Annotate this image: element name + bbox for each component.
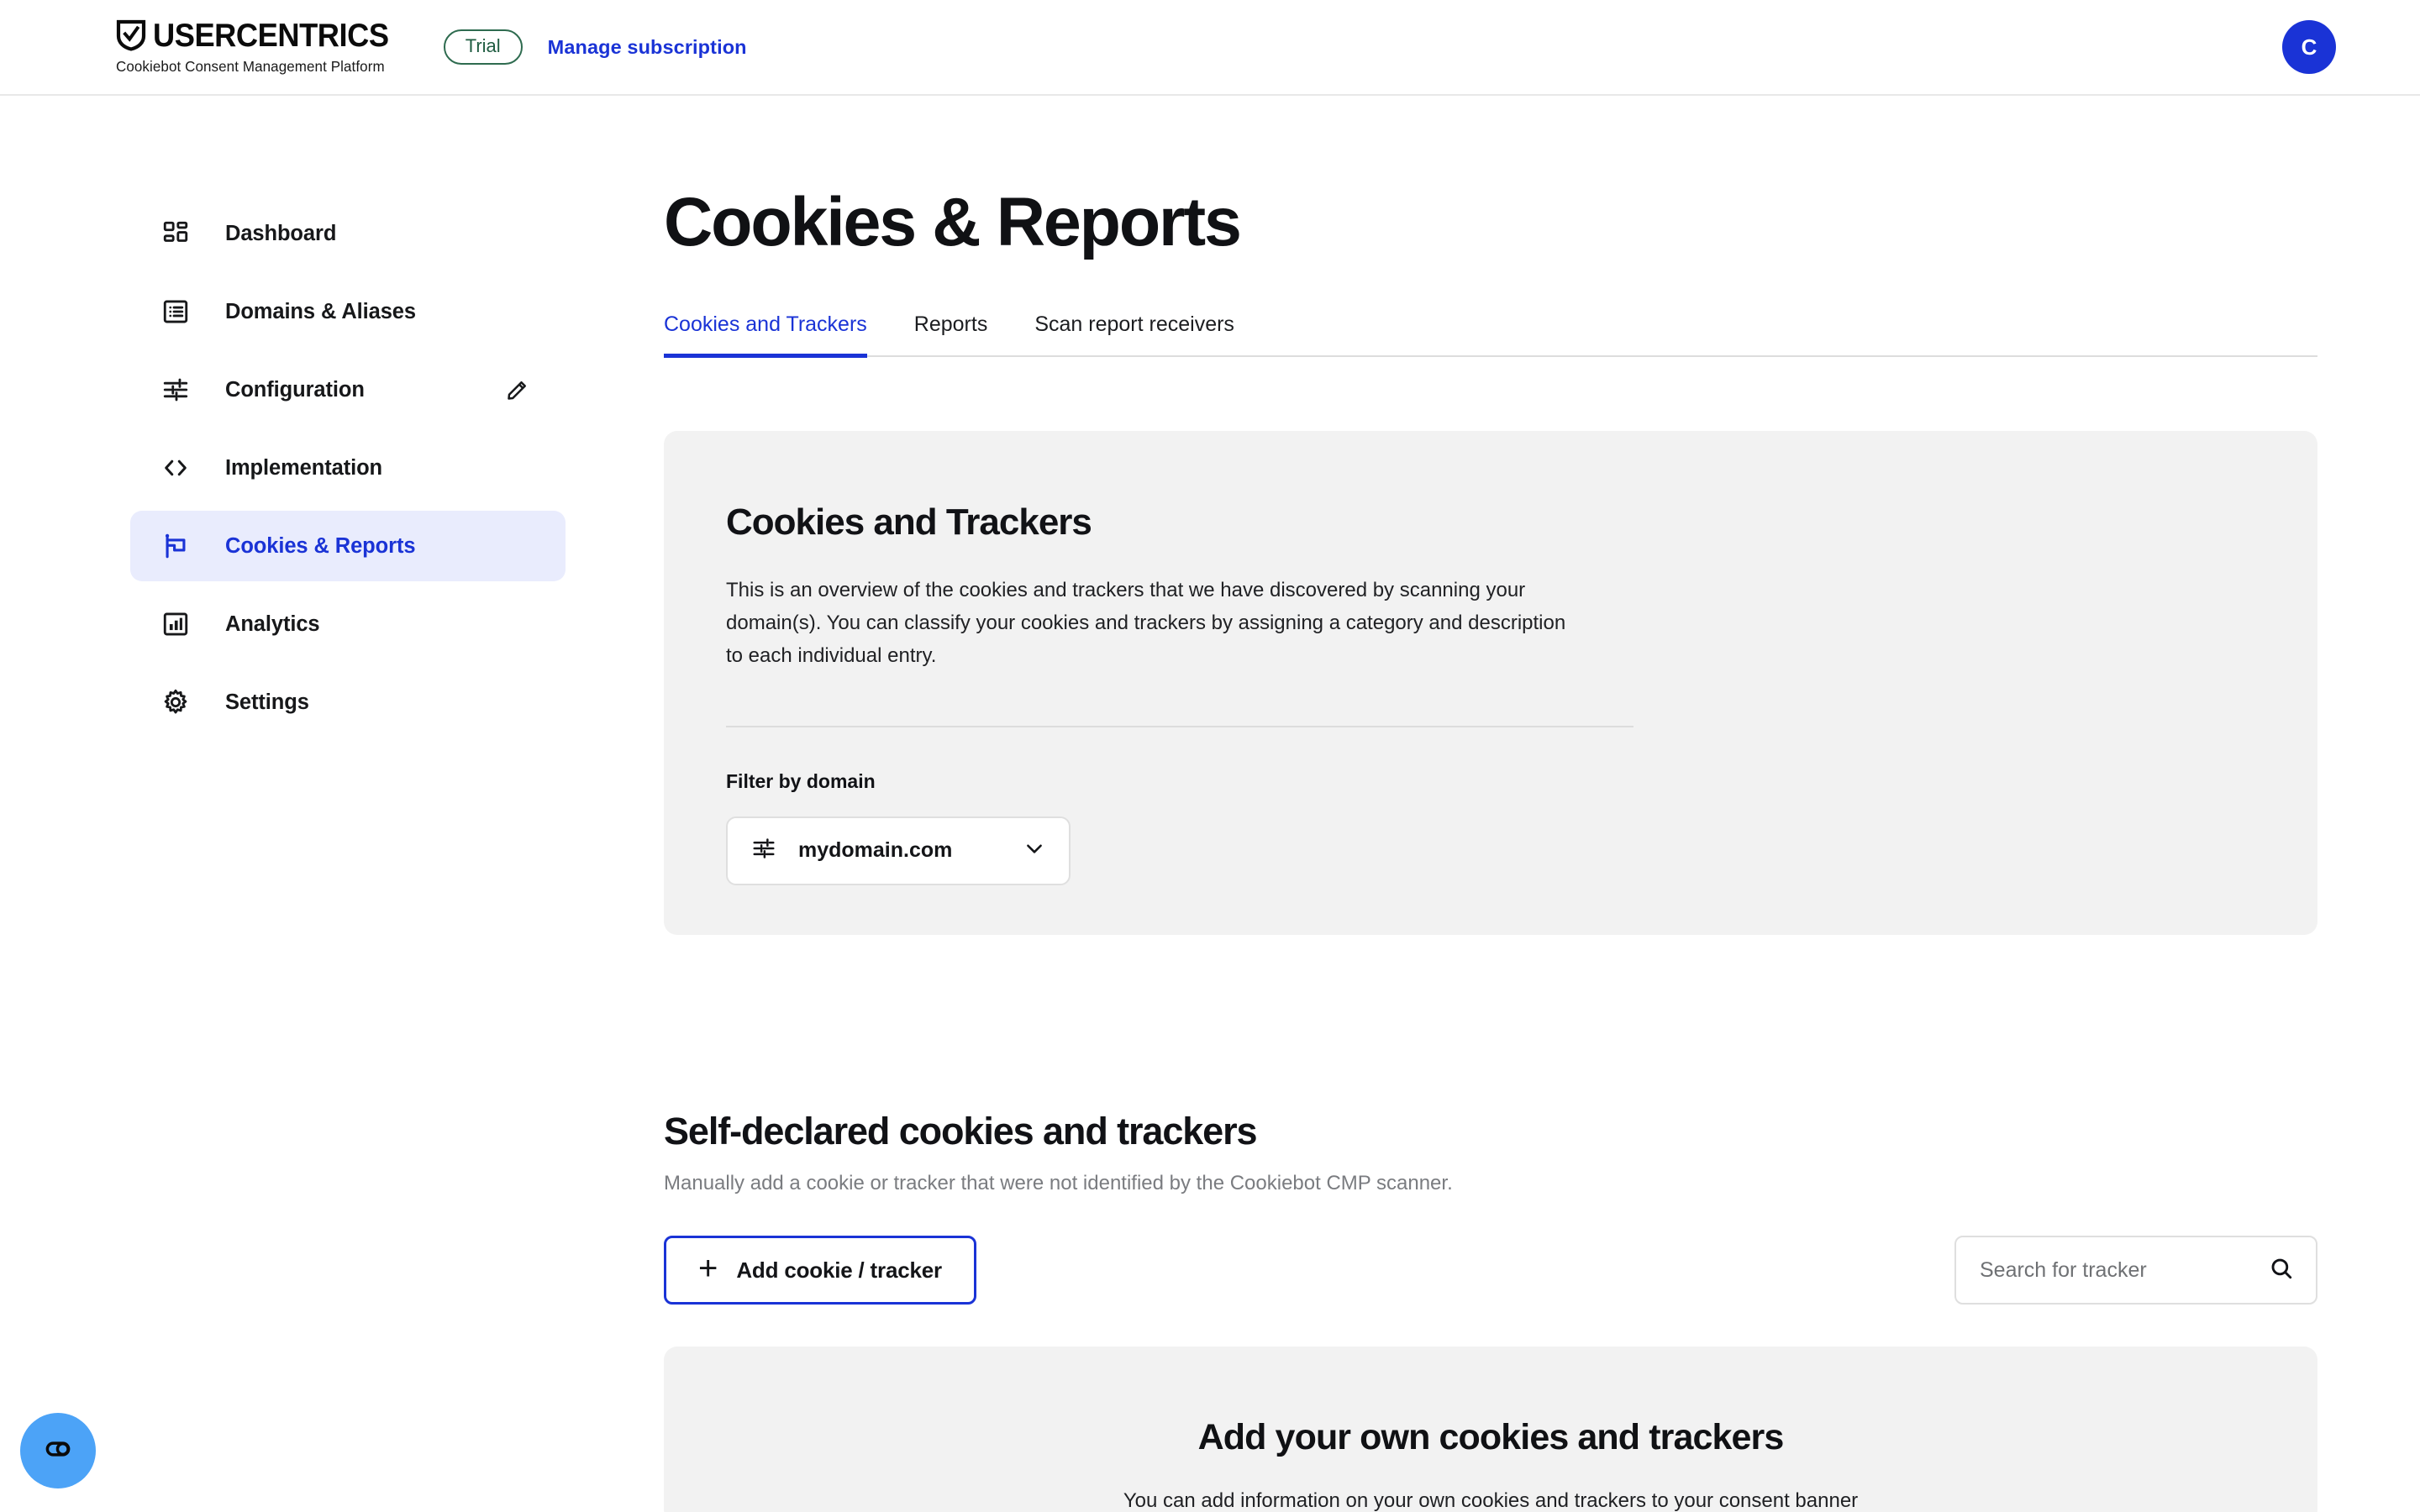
shield-check-icon [116, 19, 146, 51]
accessibility-toggle-icon [39, 1430, 77, 1473]
domain-filter-select[interactable]: mydomain.com [726, 816, 1071, 885]
filter-by-domain-label: Filter by domain [726, 769, 876, 792]
sidebar-item-configuration[interactable]: Configuration [130, 354, 566, 425]
sliders-icon [160, 374, 192, 406]
self-declared-title: Self-declared cookies and trackers [664, 1110, 1258, 1152]
bar-chart-icon [160, 608, 192, 640]
pencil-edit-icon[interactable] [503, 375, 532, 404]
code-brackets-icon [160, 452, 192, 484]
chevron-down-icon [1023, 837, 1045, 864]
list-box-icon [160, 296, 192, 328]
manage-subscription-link[interactable]: Manage subscription [548, 36, 747, 59]
avatar[interactable]: C [2282, 20, 2336, 74]
top-bar: USERCENTRICS Cookiebot Consent Managemen… [0, 0, 2420, 96]
cookies-and-trackers-card: Cookies and Trackers This is an overview… [664, 431, 2317, 935]
sidebar-item-settings[interactable]: Settings [130, 667, 566, 738]
sidebar-item-label: Settings [225, 690, 309, 714]
sidebar: Dashboard Domains & Aliases Configuratio… [0, 96, 664, 1512]
card-description: This is an overview of the cookies and t… [726, 579, 1566, 667]
brand-logo[interactable]: USERCENTRICS Cookiebot Consent Managemen… [116, 19, 407, 76]
sidebar-item-cookies-reports[interactable]: Cookies & Reports [130, 511, 566, 581]
search-tracker-input[interactable]: Search for tracker [1954, 1236, 2317, 1305]
add-cookie-tracker-label: Add cookie / tracker [736, 1257, 942, 1283]
gear-icon [160, 686, 192, 718]
sidebar-item-domains-aliases[interactable]: Domains & Aliases [130, 276, 566, 347]
brand-tagline: Cookiebot Consent Management Platform [116, 57, 385, 75]
tab-cookies-and-trackers[interactable]: Cookies and Trackers [664, 312, 867, 358]
trial-badge: Trial [443, 29, 523, 65]
card-title: Cookies and Trackers [726, 501, 1092, 543]
sidebar-item-label: Cookies & Reports [225, 533, 416, 558]
search-placeholder: Search for tracker [1980, 1257, 2147, 1282]
tab-scan-report-receivers[interactable]: Scan report receivers [1034, 312, 1234, 358]
plus-icon: + [698, 1250, 718, 1287]
add-cookie-tracker-button[interactable]: + Add cookie / tracker [664, 1236, 976, 1305]
sidebar-item-label: Implementation [225, 455, 383, 480]
brand-wordmark: USERCENTRICS [153, 17, 389, 54]
empty-state-subtitle: You can add information on your own cook… [1123, 1489, 1859, 1512]
domain-filter-value: mydomain.com [798, 838, 953, 863]
sidebar-item-dashboard[interactable]: Dashboard [130, 198, 566, 269]
empty-state-card: Add your own cookies and trackers You ca… [664, 1347, 2317, 1512]
page-title: Cookies & Reports [664, 184, 1242, 260]
empty-state-title: Add your own cookies and trackers [1197, 1417, 1785, 1457]
sidebar-item-label: Configuration [225, 377, 365, 402]
tab-reports[interactable]: Reports [914, 312, 988, 358]
sidebar-item-label: Analytics [225, 612, 320, 636]
avatar-initial: C [2301, 34, 2317, 60]
self-declared-section: Self-declared cookies and trackers Manua… [664, 1110, 2344, 1305]
main-content: Cookies & Reports Cookies and Trackers R… [664, 96, 2420, 1512]
flag-icon [160, 530, 192, 562]
sidebar-item-analytics[interactable]: Analytics [130, 589, 566, 659]
self-declared-subtitle: Manually add a cookie or tracker that we… [664, 1172, 1453, 1194]
sidebar-item-implementation[interactable]: Implementation [130, 433, 566, 503]
dashboard-grid-icon [160, 218, 192, 249]
sliders-icon [751, 836, 776, 865]
sidebar-item-label: Domains & Aliases [225, 299, 416, 323]
accessibility-widget-button[interactable] [20, 1413, 96, 1488]
card-divider [726, 725, 1634, 727]
tab-bar: Cookies and Trackers Reports Scan report… [664, 310, 2317, 358]
search-icon[interactable] [2269, 1256, 2294, 1285]
self-declared-actions: + Add cookie / tracker Search for tracke… [664, 1236, 2317, 1305]
sidebar-item-label: Dashboard [225, 221, 337, 245]
